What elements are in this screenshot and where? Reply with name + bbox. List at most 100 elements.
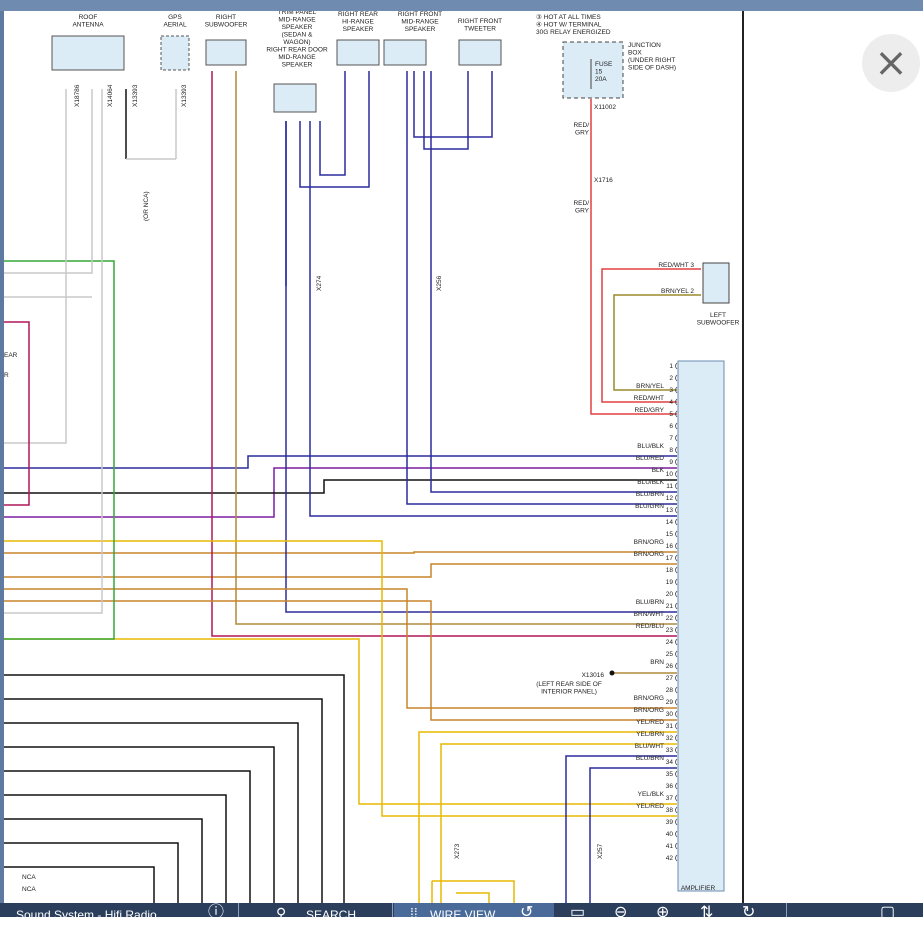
pin-terminal bbox=[675, 734, 678, 742]
pin-terminal bbox=[675, 362, 678, 370]
wire-label: RED/ bbox=[573, 200, 589, 207]
side-pane bbox=[744, 11, 923, 903]
amplifier-label: AMPLIFIER bbox=[681, 885, 716, 892]
history-icon[interactable]: ↺ bbox=[520, 903, 533, 921]
pin-terminal bbox=[675, 794, 678, 802]
wire-label: BRN/WHT bbox=[634, 611, 664, 618]
wire-blu-grn bbox=[319, 71, 346, 176]
wire-brn-org-17 bbox=[4, 563, 677, 578]
trim-panel-speaker-label: TRIM PANEL bbox=[278, 11, 317, 16]
circuit-notes: ④ HOT W/ TERMINAL bbox=[536, 21, 602, 29]
amp-pin-number: 33 bbox=[666, 747, 674, 754]
amp-pin-number: 10 bbox=[666, 471, 674, 478]
wire-label: BLU/BRN bbox=[636, 491, 664, 498]
search-icon[interactable]: ⚲ bbox=[276, 903, 286, 921]
left-subwoofer-label: SUBWOOFER bbox=[697, 320, 740, 327]
amp-pin-number: 36 bbox=[666, 783, 674, 790]
close-button[interactable]: × bbox=[862, 34, 920, 92]
diagram-viewer[interactable]: AMPLIFIER 1 2 3 BRN/YEL 4 RED/WHT 5 RED/GRY 6 7 8 BL… bbox=[4, 11, 742, 903]
ground-note: (LEFT REAR SIDE OF bbox=[536, 681, 602, 688]
connector-label: X257 bbox=[597, 843, 604, 859]
pin-terminal bbox=[675, 650, 678, 658]
right-rear-hi-label: RIGHT REAR bbox=[338, 11, 378, 18]
fuse-label: 20A bbox=[595, 76, 607, 83]
wire-black bbox=[4, 674, 345, 903]
roof-antenna-label: ROOF bbox=[79, 14, 98, 21]
pin-terminal bbox=[675, 458, 678, 466]
amp-pin-number: 18 bbox=[666, 567, 674, 574]
amp-pin-number: 22 bbox=[666, 615, 674, 622]
trim-panel-speaker-label: RIGHT REAR DOOR bbox=[266, 47, 328, 54]
wire-label: BLU/WHT bbox=[635, 743, 664, 750]
amp-pin-number: 34 bbox=[666, 759, 674, 766]
amp-pin-number: 23 bbox=[666, 627, 674, 634]
refresh-icon[interactable]: ↻ bbox=[742, 903, 755, 921]
zoom-out-icon[interactable]: ⊖ bbox=[614, 903, 627, 921]
amp-pin-number: 3 bbox=[669, 387, 673, 394]
pin-terminal bbox=[675, 854, 678, 862]
wire-black bbox=[4, 770, 251, 903]
wire-label: BLU/BLK bbox=[637, 479, 664, 486]
wire-black bbox=[4, 722, 299, 903]
amp-pin-number: 30 bbox=[666, 711, 674, 718]
search-button-label[interactable]: SEARCH bbox=[306, 903, 356, 922]
trim-panel-speaker-box bbox=[273, 83, 317, 113]
settings-icon[interactable]: ⇅ bbox=[700, 903, 713, 921]
toolbar-divider bbox=[392, 903, 393, 917]
close-icon: × bbox=[874, 40, 908, 86]
amp-pin-number: 6 bbox=[669, 423, 673, 430]
pin-terminal bbox=[675, 374, 678, 382]
wire-view-icon[interactable]: ⁞⁞ bbox=[410, 903, 418, 921]
wire-label: BLU/RED bbox=[636, 455, 664, 462]
wire-view-button-label[interactable]: WIRE VIEW bbox=[430, 903, 495, 922]
wire-label: YEL/BRN bbox=[636, 731, 664, 738]
pin-terminal bbox=[675, 422, 678, 430]
amp-pin-number: 19 bbox=[666, 579, 674, 586]
right-front-mid-box bbox=[383, 39, 427, 66]
pin-terminal bbox=[675, 782, 678, 790]
right-subwoofer-label: SUBWOOFER bbox=[205, 22, 248, 29]
pin-terminal bbox=[675, 518, 678, 526]
fuse-label: 15 bbox=[595, 69, 603, 76]
wiring-diagram: AMPLIFIER123BRN/YEL4RED/WHT5RED/GRY678BL… bbox=[4, 11, 740, 903]
maximize-icon[interactable]: ▢ bbox=[880, 903, 895, 921]
window-title-bar bbox=[0, 0, 923, 11]
pin-terminal bbox=[675, 602, 678, 610]
wire-black bbox=[4, 842, 179, 903]
connector-label: X13393 bbox=[132, 84, 139, 107]
amp-pin-number: 35 bbox=[666, 771, 674, 778]
wire-label: BRN/ORG bbox=[634, 707, 664, 714]
wire-brn-org-16 bbox=[4, 551, 677, 554]
circuit-notes: 30G RELAY ENERGIZED bbox=[536, 29, 611, 36]
wire-white bbox=[4, 89, 67, 444]
pin-terminal bbox=[675, 446, 678, 454]
pin-terminal bbox=[675, 554, 678, 562]
amp-pin-number: 17 bbox=[666, 555, 674, 562]
connector-label: X274 bbox=[316, 275, 323, 291]
connector-label: X13016 bbox=[582, 672, 605, 679]
junction-box-label: BOX bbox=[628, 50, 642, 57]
amp-pin-number: 32 bbox=[666, 735, 674, 742]
document-title[interactable]: Sound System - Hifi Radio bbox=[16, 903, 157, 922]
zoom-in-icon[interactable]: ⊕ bbox=[656, 903, 669, 921]
junction-box-label: JUNCTION bbox=[628, 42, 661, 49]
pin-terminal bbox=[675, 830, 678, 838]
wire-label: BLK bbox=[652, 467, 665, 474]
amp-pin-number: 12 bbox=[666, 495, 674, 502]
amp-pin-number: 4 bbox=[669, 399, 673, 406]
wire-blu-brn bbox=[413, 71, 493, 138]
left-subwoofer-label: LEFT bbox=[710, 312, 726, 319]
wire-label: BLU/BRN bbox=[636, 755, 664, 762]
amp-pin-number: 29 bbox=[666, 699, 674, 706]
help-icon[interactable]: ⓘ bbox=[208, 903, 224, 921]
pin-terminal bbox=[675, 482, 678, 490]
connector-label: X273 bbox=[454, 843, 461, 859]
wire-yel-red-38 bbox=[4, 540, 677, 817]
amp-pin-number: 8 bbox=[669, 447, 673, 454]
minimize-icon[interactable]: ▁ bbox=[834, 903, 846, 921]
amp-pin-number: 14 bbox=[666, 519, 674, 526]
amp-pin-number: 20 bbox=[666, 591, 674, 598]
wire-label: RED/BLU bbox=[636, 623, 664, 630]
print-icon[interactable]: ▭ bbox=[570, 903, 585, 921]
pin-terminal bbox=[675, 578, 678, 586]
